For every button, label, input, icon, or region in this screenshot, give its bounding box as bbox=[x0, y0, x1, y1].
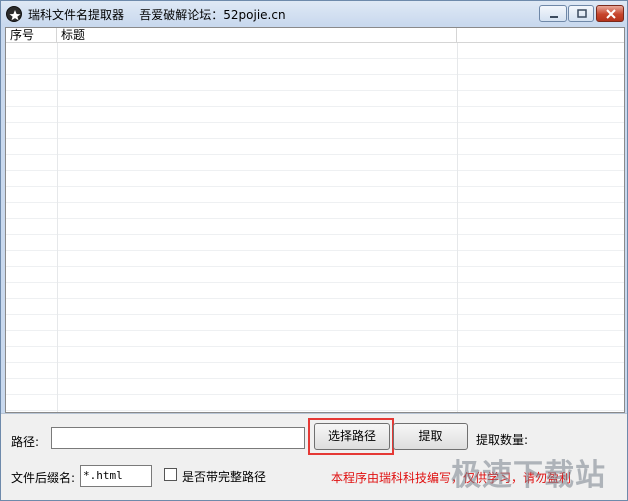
list-rows bbox=[6, 43, 624, 412]
choose-path-button[interactable]: 选择路径 bbox=[314, 423, 390, 450]
title-bar[interactable]: 瑞科文件名提取器 吾爱破解论坛：52pojie.cn bbox=[1, 1, 627, 27]
list-header: 序号 标题 bbox=[6, 28, 624, 43]
window-title: 瑞科文件名提取器 吾爱破解论坛：52pojie.cn bbox=[28, 8, 286, 22]
column-header-index[interactable]: 序号 bbox=[6, 28, 57, 43]
maximize-button[interactable] bbox=[568, 5, 594, 22]
maximize-icon bbox=[577, 9, 587, 18]
full-path-checkbox-label[interactable]: 是否带完整路径 bbox=[182, 468, 266, 485]
site-watermark: 极速下载站 bbox=[451, 458, 606, 493]
full-path-checkbox[interactable] bbox=[164, 468, 177, 481]
column-header-title[interactable]: 标题 bbox=[57, 28, 457, 43]
extract-button[interactable]: 提取 bbox=[393, 423, 468, 450]
close-button[interactable] bbox=[596, 5, 624, 22]
close-icon bbox=[606, 9, 616, 19]
column-divider bbox=[457, 43, 458, 412]
app-logo-icon bbox=[6, 6, 22, 22]
file-list[interactable]: 序号 标题 bbox=[5, 27, 625, 413]
path-input[interactable] bbox=[51, 427, 305, 449]
app-window: 瑞科文件名提取器 吾爱破解论坛：52pojie.cn 序号 标题 路径: 选择路… bbox=[0, 0, 628, 501]
extract-count-label: 提取数量: bbox=[476, 433, 529, 447]
path-label: 路径: bbox=[11, 435, 40, 449]
extension-input[interactable]: *.html bbox=[80, 465, 152, 487]
minimize-button[interactable] bbox=[539, 5, 567, 22]
minimize-icon bbox=[550, 16, 558, 18]
extension-label: 文件后缀名: bbox=[11, 471, 76, 485]
column-header-filler bbox=[457, 28, 624, 43]
column-divider bbox=[57, 43, 58, 412]
